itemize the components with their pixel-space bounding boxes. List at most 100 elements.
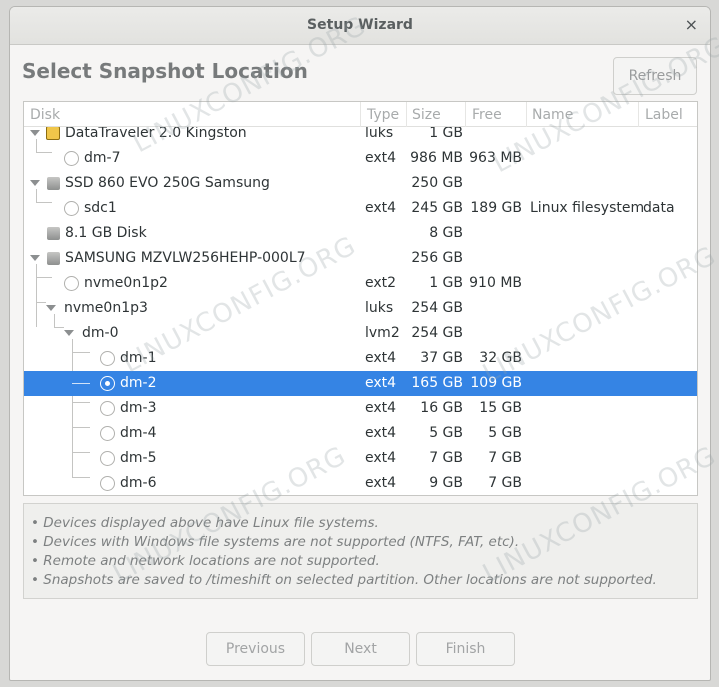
radio-button-selected[interactable] bbox=[100, 376, 115, 391]
column-header-type[interactable]: Type bbox=[367, 107, 399, 123]
row-size: 16 GB bbox=[420, 400, 463, 416]
row-size: 986 MB bbox=[410, 150, 463, 166]
row-type: luks bbox=[365, 300, 394, 316]
tree-row[interactable]: sdc1 ext4 245 GB 189 GB Linux filesystem… bbox=[24, 196, 697, 221]
info-line: • Devices with Windows file systems are … bbox=[31, 534, 520, 550]
row-size: 256 GB bbox=[411, 250, 463, 266]
row-size: 254 GB bbox=[411, 300, 463, 316]
radio-button[interactable] bbox=[64, 201, 79, 216]
tree-row-selected[interactable]: dm-2 ext4 165 GB 109 GB bbox=[24, 371, 697, 396]
row-type: ext4 bbox=[365, 150, 397, 166]
row-disk-name: SSD 860 EVO 250G Samsung bbox=[65, 175, 270, 191]
radio-button[interactable] bbox=[100, 476, 115, 491]
info-line: • Snapshots are saved to /timeshift on s… bbox=[31, 572, 657, 588]
tree-row[interactable]: dm-5 ext4 7 GB 7 GB bbox=[24, 446, 697, 471]
next-button[interactable]: Next bbox=[311, 632, 410, 666]
radio-button[interactable] bbox=[64, 151, 79, 166]
hard-disk-icon bbox=[47, 252, 60, 265]
row-free: 5 GB bbox=[488, 425, 522, 441]
close-icon[interactable]: × bbox=[685, 15, 698, 34]
row-free: 963 MB bbox=[469, 150, 522, 166]
radio-button[interactable] bbox=[100, 426, 115, 441]
row-disk-name: sdc1 bbox=[84, 200, 117, 216]
row-disk-name: dm-6 bbox=[120, 475, 157, 491]
page-title: Select Snapshot Location bbox=[22, 59, 308, 83]
row-disk-name: dm-2 bbox=[120, 375, 157, 391]
row-size: 245 GB bbox=[411, 200, 463, 216]
disk-tree-view[interactable]: Disk Type Size Free Name Label DataTrave… bbox=[23, 101, 698, 496]
column-header-label[interactable]: Label bbox=[645, 107, 683, 123]
radio-button[interactable] bbox=[64, 276, 79, 291]
row-type: luks bbox=[365, 127, 394, 141]
column-header-free[interactable]: Free bbox=[472, 107, 502, 123]
row-disk-name: SAMSUNG MZVLW256HEHP-000L7 bbox=[65, 250, 306, 266]
row-size: 7 GB bbox=[429, 450, 463, 466]
tree-row[interactable]: dm-3 ext4 16 GB 15 GB bbox=[24, 396, 697, 421]
radio-button[interactable] bbox=[100, 401, 115, 416]
refresh-button[interactable]: Refresh bbox=[613, 57, 697, 95]
row-type: ext2 bbox=[365, 275, 397, 291]
tree-row[interactable]: dm-4 ext4 5 GB 5 GB bbox=[24, 421, 697, 446]
row-free: 15 GB bbox=[479, 400, 522, 416]
row-size: 37 GB bbox=[420, 350, 463, 366]
row-size: 165 GB bbox=[411, 375, 463, 391]
row-disk-name: dm-1 bbox=[120, 350, 157, 366]
row-free: 7 GB bbox=[488, 450, 522, 466]
tree-row[interactable]: 8.1 GB Disk 8 GB bbox=[24, 221, 697, 246]
row-free: 189 GB bbox=[470, 200, 522, 216]
column-header-name[interactable]: Name bbox=[532, 107, 573, 123]
row-disk-name: dm-3 bbox=[120, 400, 157, 416]
row-disk-name: nvme0n1p2 bbox=[84, 275, 168, 291]
row-type: ext4 bbox=[365, 425, 397, 441]
tree-row[interactable]: nvme0n1p2 ext2 1 GB 910 MB bbox=[24, 271, 697, 296]
column-header-size[interactable]: Size bbox=[412, 107, 441, 123]
row-disk-name: dm-0 bbox=[82, 325, 119, 341]
tree-row[interactable]: SAMSUNG MZVLW256HEHP-000L7 256 GB bbox=[24, 246, 697, 271]
expander-icon[interactable] bbox=[46, 305, 56, 311]
row-type: ext4 bbox=[365, 475, 397, 491]
row-disk-name: dm-7 bbox=[84, 150, 121, 166]
row-type: ext4 bbox=[365, 375, 397, 391]
row-size: 8 GB bbox=[429, 225, 463, 241]
row-free: 7 GB bbox=[488, 475, 522, 491]
tree-row[interactable]: dm-7 ext4 986 MB 963 MB bbox=[24, 146, 697, 171]
row-type: lvm2 bbox=[365, 325, 400, 341]
row-size: 1 GB bbox=[429, 127, 463, 141]
row-size: 1 GB bbox=[429, 275, 463, 291]
previous-button[interactable]: Previous bbox=[206, 632, 305, 666]
tree-row[interactable]: nvme0n1p3 luks 254 GB bbox=[24, 296, 697, 321]
setup-wizard-window: Setup Wizard × Select Snapshot Location … bbox=[9, 6, 711, 681]
row-disk-name: DataTraveler 2.0 Kingston bbox=[65, 127, 247, 141]
usb-drive-icon bbox=[46, 127, 60, 140]
tree-row[interactable]: SSD 860 EVO 250G Samsung 250 GB bbox=[24, 171, 697, 196]
row-disk-name: dm-4 bbox=[120, 425, 157, 441]
tree-row[interactable]: dm-6 ext4 9 GB 7 GB bbox=[24, 471, 697, 495]
row-disk-name: nvme0n1p3 bbox=[64, 300, 148, 316]
finish-button[interactable]: Finish bbox=[416, 632, 515, 666]
radio-button[interactable] bbox=[100, 451, 115, 466]
hard-disk-icon bbox=[47, 177, 60, 190]
row-fs-name: Linux filesystem bbox=[530, 200, 645, 216]
row-disk-name: 8.1 GB Disk bbox=[65, 225, 147, 241]
hard-disk-icon bbox=[47, 227, 60, 240]
row-type: ext4 bbox=[365, 400, 397, 416]
row-size: 254 GB bbox=[411, 325, 463, 341]
row-size: 250 GB bbox=[411, 175, 463, 191]
window-title: Setup Wizard bbox=[307, 17, 413, 33]
row-type: ext4 bbox=[365, 450, 397, 466]
tree-row[interactable]: DataTraveler 2.0 Kingston luks 1 GB bbox=[24, 127, 697, 146]
tree-row[interactable]: dm-1 ext4 37 GB 32 GB bbox=[24, 346, 697, 371]
title-bar[interactable]: Setup Wizard × bbox=[10, 7, 710, 45]
radio-button[interactable] bbox=[100, 351, 115, 366]
row-free: 910 MB bbox=[469, 275, 522, 291]
row-type: ext4 bbox=[365, 200, 397, 216]
row-free: 32 GB bbox=[479, 350, 522, 366]
tree-row[interactable]: dm-0 lvm2 254 GB bbox=[24, 321, 697, 346]
info-line: • Remote and network locations are not s… bbox=[31, 553, 380, 569]
expander-icon[interactable] bbox=[64, 330, 74, 336]
column-header-disk[interactable]: Disk bbox=[30, 107, 60, 123]
row-label: data bbox=[643, 200, 675, 216]
tree-header: Disk Type Size Free Name Label bbox=[24, 102, 697, 127]
row-disk-name: dm-5 bbox=[120, 450, 157, 466]
tree-rows: DataTraveler 2.0 Kingston luks 1 GB dm-7… bbox=[24, 127, 697, 495]
